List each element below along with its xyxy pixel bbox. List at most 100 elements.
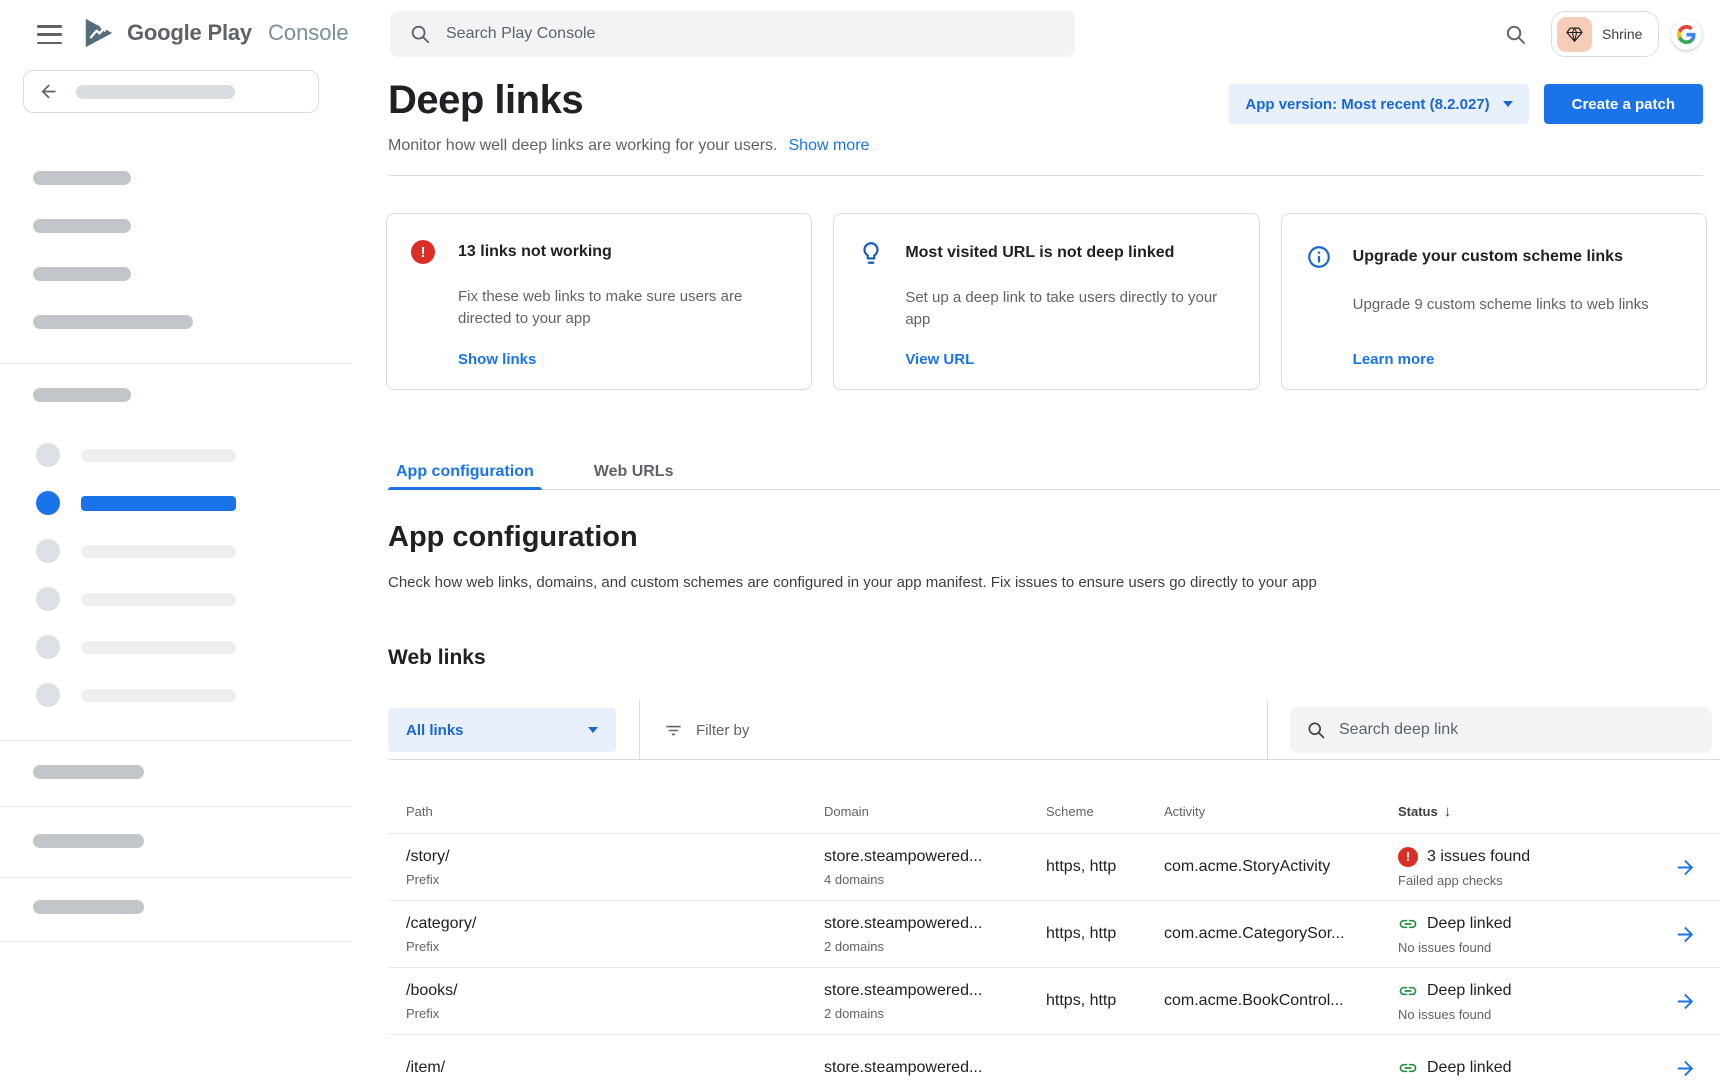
arrow-forward-icon (1674, 1057, 1697, 1080)
nav-section-skeleton (33, 388, 131, 402)
top-bar: Google PlayConsole Shrine (0, 0, 1728, 68)
row-status-detail: No issues found (1398, 1007, 1650, 1022)
table-row[interactable]: /category/Prefix store.steampowered...2 … (388, 901, 1720, 968)
create-patch-button[interactable]: Create a patch (1544, 84, 1703, 124)
row-status: Deep linked (1427, 915, 1512, 933)
sidebar-divider (0, 806, 352, 807)
row-activity: com.acme.StoryActivity (1164, 858, 1398, 876)
row-scheme: https, http (1046, 858, 1164, 876)
web-links-title: Web links (388, 646, 486, 670)
arrow-forward-icon (1674, 923, 1697, 946)
table-toolbar: All links Filter by (388, 700, 1720, 760)
nav-item-icon-skeleton (36, 635, 60, 659)
column-header-domain[interactable]: Domain (824, 804, 1046, 819)
deep-link-search-bar[interactable] (1290, 707, 1712, 753)
column-header-path[interactable]: Path (406, 804, 824, 819)
nav-item-icon-skeleton (36, 443, 60, 467)
card-body: Fix these web links to make sure users a… (458, 286, 778, 341)
row-detail-arrow[interactable] (1650, 834, 1720, 900)
row-status: Deep linked (1427, 982, 1512, 1000)
card-links-not-working: 13 links not working Fix these web links… (386, 213, 812, 390)
global-search-bar[interactable] (390, 11, 1075, 57)
nav-item-skeleton[interactable] (36, 443, 316, 467)
show-more-link[interactable]: Show more (789, 137, 870, 155)
nav-skeleton-item[interactable] (33, 219, 131, 233)
row-detail-arrow[interactable] (1650, 968, 1720, 1034)
nav-item-skeleton[interactable] (36, 683, 316, 707)
app-chip-label: Shrine (1602, 26, 1642, 42)
app-selector-chip[interactable]: Shrine (1551, 11, 1659, 57)
row-domain: store.steampowered... (824, 848, 1046, 866)
app-icon-shrine (1557, 17, 1592, 52)
header-search-icon[interactable] (1504, 23, 1527, 46)
chevron-down-icon (1503, 101, 1513, 107)
row-domain: store.steampowered... (824, 1059, 1046, 1077)
row-status: Deep linked (1427, 1059, 1512, 1077)
nav-skeleton-item[interactable] (33, 171, 131, 185)
nav-item-icon-skeleton (36, 683, 60, 707)
sidebar-divider (0, 941, 352, 942)
card-body: Upgrade 9 custom scheme links to web lin… (1353, 294, 1673, 333)
nav-section-skeleton[interactable] (33, 900, 144, 914)
tab-web-urls[interactable]: Web URLs (586, 455, 682, 489)
row-detail-arrow[interactable] (1650, 1035, 1720, 1080)
row-path-type: Prefix (406, 1006, 824, 1021)
app-version-dropdown[interactable]: App version: Most recent (8.2.027) (1229, 84, 1528, 124)
error-icon (411, 235, 458, 270)
view-url-link[interactable]: View URL (905, 351, 1234, 368)
section-description: Check how web links, domains, and custom… (388, 574, 1317, 591)
nav-item-skeleton[interactable] (36, 539, 316, 563)
row-domain-count: 2 domains (824, 1006, 1046, 1021)
link-icon (1398, 1058, 1418, 1078)
nav-item-skeleton[interactable] (36, 635, 316, 659)
table-row[interactable]: /item/ store.steampowered... Deep linked (388, 1035, 1720, 1080)
nav-item-skeleton[interactable] (36, 587, 316, 611)
table-header: Path Domain Scheme Activity Status ↓ (388, 790, 1720, 834)
menu-icon[interactable] (37, 25, 62, 44)
card-body: Set up a deep link to take users directl… (905, 287, 1225, 341)
nav-skeleton-item[interactable] (33, 315, 193, 329)
table-row[interactable]: /story/Prefix store.steampowered... 4 dom… (388, 834, 1720, 901)
back-button[interactable] (23, 70, 319, 113)
row-domain-count: 4 domains (824, 872, 1046, 887)
chevron-down-icon (588, 727, 598, 733)
sidebar-divider (0, 740, 352, 741)
all-links-dropdown[interactable]: All links (388, 708, 616, 752)
tab-app-configuration[interactable]: App configuration (388, 455, 542, 489)
back-arrow-icon (38, 81, 59, 102)
toolbar-divider (1267, 700, 1268, 760)
nav-item-selected-deep-links[interactable] (36, 491, 316, 515)
row-path-type: Prefix (406, 939, 824, 954)
column-header-activity[interactable]: Activity (1164, 804, 1398, 819)
table-row[interactable]: /books/Prefix store.steampowered...2 dom… (388, 968, 1720, 1035)
learn-more-link[interactable]: Learn more (1353, 351, 1682, 368)
logo-product-text: Console (268, 20, 349, 46)
toolbar-divider (639, 700, 640, 760)
filter-icon (664, 721, 683, 740)
table-body: /story/Prefix store.steampowered... 4 dom… (388, 834, 1720, 1080)
filter-by-label: Filter by (696, 722, 749, 739)
column-header-status[interactable]: Status ↓ (1398, 803, 1650, 820)
row-path-type: Prefix (406, 872, 824, 887)
row-status: 3 issues found (1427, 848, 1530, 866)
card-most-visited-url: Most visited URL is not deep linked Set … (833, 213, 1259, 390)
sort-descending-icon: ↓ (1444, 803, 1452, 820)
row-scheme: https, http (1046, 992, 1164, 1010)
row-scheme: https, http (1046, 925, 1164, 943)
column-header-scheme[interactable]: Scheme (1046, 804, 1164, 819)
show-links-link[interactable]: Show links (458, 351, 787, 368)
nav-item-icon-skeleton (36, 539, 60, 563)
nav-skeleton-item[interactable] (33, 267, 131, 281)
row-path: /story/ (406, 848, 824, 866)
row-detail-arrow[interactable] (1650, 901, 1720, 967)
play-console-logo-icon (82, 16, 116, 50)
global-search-input[interactable] (446, 25, 1056, 43)
nav-section-skeleton[interactable] (33, 765, 144, 779)
deep-link-search-input[interactable] (1339, 721, 1696, 739)
row-domain-count: 2 domains (824, 939, 1046, 954)
card-upgrade-scheme-links: Upgrade your custom scheme links Upgrade… (1281, 213, 1707, 390)
row-path: /books/ (406, 982, 824, 1000)
nav-section-skeleton[interactable] (33, 834, 144, 848)
google-account-icon[interactable] (1671, 19, 1702, 50)
filter-by-button[interactable]: Filter by (664, 700, 749, 760)
